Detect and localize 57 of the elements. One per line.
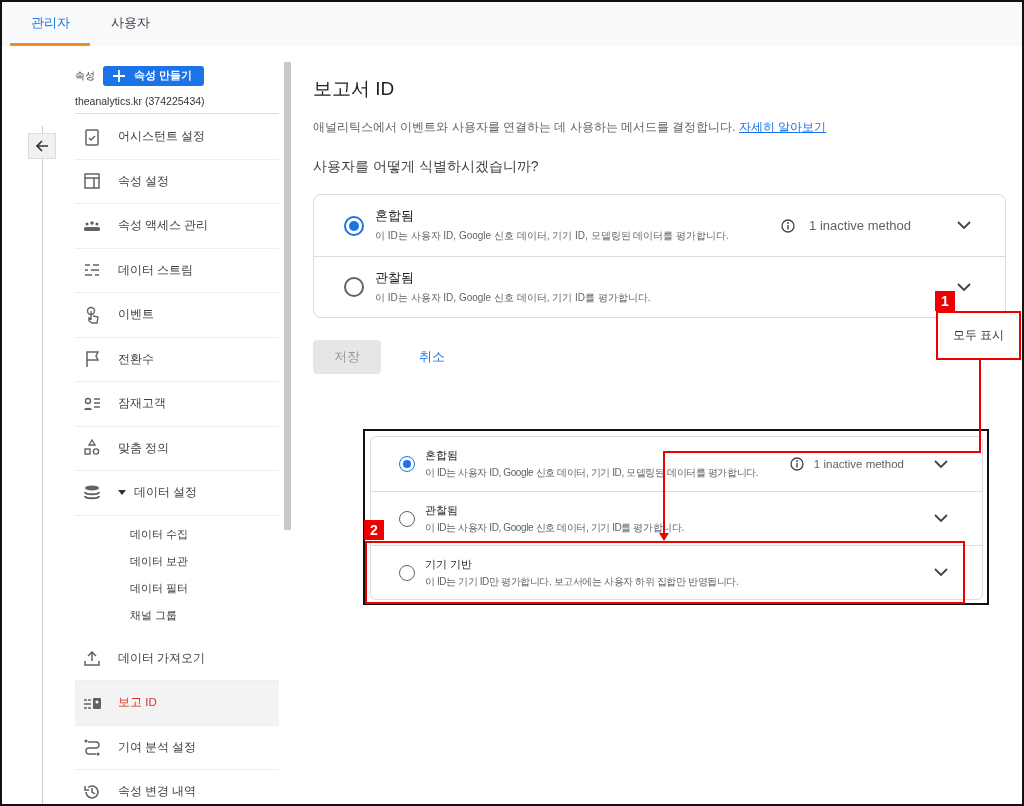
page-description: 애널리틱스에서 이벤트와 사용자를 연결하는 데 사용하는 메서드를 결정합니다. 자세히 알아보기 <box>313 119 828 136</box>
option-title: 관찰됨 <box>425 502 459 518</box>
chevron-down-icon[interactable] <box>934 459 948 469</box>
learn-more-link[interactable]: 자세히 알아보기 <box>739 120 827 134</box>
option-description: 이 ID는 사용자 ID, Google 신호 데이터, 기기 ID, 모델링된 데이터를 평가합니다. <box>375 229 729 243</box>
plus-icon <box>113 70 125 82</box>
option-title: 기기 기반 <box>425 556 474 572</box>
chevron-down-icon[interactable] <box>957 282 971 292</box>
sidebar-item[interactable]: 속성 액세스 관리 <box>75 204 279 249</box>
sidebar-item[interactable]: 데이터 스트림 <box>75 248 279 293</box>
chevron-down-icon[interactable] <box>934 568 948 577</box>
radio-button[interactable] <box>344 215 364 236</box>
create-property-button[interactable]: 속성 만들기 <box>103 66 204 86</box>
option-description: 이 ID는 사용자 ID, Google 신호 데이터, 기기 ID를 평가합니다. <box>375 290 651 305</box>
step-badge: 1 <box>935 291 955 311</box>
radio-button[interactable] <box>344 277 364 297</box>
sidebar-item[interactable]: 전환수 <box>75 337 279 382</box>
sidebar-subitem[interactable]: 데이터 필터 <box>130 574 279 602</box>
step-badge: 2 <box>364 520 384 540</box>
layout-icon <box>82 171 102 192</box>
sidebar-item[interactable]: 보고 ID <box>75 681 279 726</box>
option-description: 이 ID는 기기 ID만 평가합니다. 보고서에는 사용자 하위 집합만 반영됩니다. <box>425 574 739 589</box>
sidebar-subitem[interactable]: 데이터 수집 <box>130 520 279 548</box>
inactive-method-note: 1 inactive method <box>813 458 904 470</box>
option-title: 혼합됨 <box>375 208 415 225</box>
option-description: 이 ID는 사용자 ID, Google 신호 데이터, 기기 ID, 모델링된 데이터를 평가합니다. <box>425 466 759 480</box>
option-title: 혼합됨 <box>425 448 459 463</box>
show-all-highlight[interactable]: 모두 표시 <box>936 311 1021 360</box>
cancel-button[interactable]: 취소 <box>407 348 457 366</box>
info-icon <box>789 457 804 471</box>
sidebar-item[interactable]: 잠재고객 <box>75 382 279 427</box>
sidebar-subitem[interactable]: 채널 그룹 <box>130 601 279 629</box>
page-title: 보고서 ID <box>313 77 396 101</box>
back-button[interactable] <box>28 133 56 159</box>
option-title: 관찰됨 <box>375 269 415 287</box>
chevron-down-icon[interactable] <box>934 514 948 523</box>
sidebar-item[interactable]: 기여 분석 설정 <box>75 725 279 770</box>
tab[interactable]: 관리자 <box>10 2 90 46</box>
sidebar-item[interactable]: 속성 변경 내역 <box>75 770 279 804</box>
sidebar-item[interactable]: 이벤트 <box>75 293 279 338</box>
sidebar-item[interactable]: 데이터 설정 <box>75 471 279 516</box>
sidebar-item[interactable]: 속성 설정 <box>75 159 279 204</box>
account-name: theanalytics.kr (374225434) <box>75 86 279 114</box>
info-icon <box>781 218 796 233</box>
sidebar-subitem[interactable]: 데이터 보관 <box>130 547 279 575</box>
clipboard-check-icon <box>82 126 102 147</box>
back-arrow-icon <box>34 138 50 154</box>
sidebar-item[interactable]: 맞춤 정의 <box>75 426 279 471</box>
sidebar-item[interactable]: 어시스턴트 설정 <box>75 115 279 160</box>
upload-icon <box>82 648 102 669</box>
scrollbar[interactable] <box>284 62 291 530</box>
tab[interactable]: 사용자 <box>90 2 170 46</box>
inactive-method-note: 1 inactive method <box>809 218 911 233</box>
question-heading: 사용자를 어떻게 식별하시겠습니까? <box>313 158 540 176</box>
property-label: 속성 <box>75 69 95 83</box>
path-icon <box>82 737 102 758</box>
chevron-down-icon[interactable] <box>957 221 971 230</box>
